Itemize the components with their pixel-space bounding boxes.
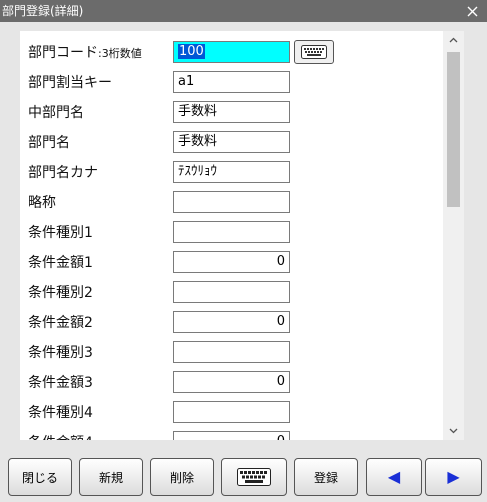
keyboard-icon xyxy=(301,45,327,59)
form-row-cond-amount-1: 条件金額1 0 xyxy=(20,251,450,275)
dept-key-label: 部門割当キー xyxy=(28,75,112,91)
form-row-cond-amount-4: 条件金額4 0 xyxy=(20,431,450,440)
scrollbar-thumb[interactable] xyxy=(447,52,460,207)
window-title: 部門登録(詳細) xyxy=(2,4,84,18)
form-row-cond-type-4: 条件種別4 xyxy=(20,401,450,425)
dept-key-field[interactable]: a1 xyxy=(173,71,290,93)
cond-amount-4-field[interactable]: 0 xyxy=(173,431,290,440)
cond-type-4-label: 条件種別4 xyxy=(28,405,93,421)
form-row-cond-amount-2: 条件金額2 0 xyxy=(20,311,450,335)
close-icon xyxy=(467,6,477,16)
form-panel: 部門コード:3桁数値 100 部門割当キー a1 中部門名 手数料 部門名 手数… xyxy=(20,31,464,440)
cond-type-4-field[interactable] xyxy=(173,401,290,423)
dept-code-hint: :3桁数値 xyxy=(98,47,142,60)
cond-amount-3-label: 条件金額3 xyxy=(28,375,93,391)
scroll-up-button[interactable] xyxy=(443,31,464,49)
cond-type-3-field[interactable] xyxy=(173,341,290,363)
next-button[interactable]: ▶ xyxy=(425,458,482,496)
middle-dept-label: 中部門名 xyxy=(28,105,84,121)
new-button[interactable]: 新規 xyxy=(79,458,143,496)
dept-kana-field[interactable]: ﾃｽｳﾘｮｳ xyxy=(173,161,290,183)
dept-code-value: 100 xyxy=(178,44,205,59)
dept-code-label: 部門コード:3桁数値 xyxy=(28,41,142,66)
form-row-dept-kana: 部門名カナ ﾃｽｳﾘｮｳ xyxy=(20,161,450,185)
close-button[interactable]: 閉じる xyxy=(8,458,72,496)
arrow-right-icon: ▶ xyxy=(447,467,460,486)
cond-type-2-label: 条件種別2 xyxy=(28,285,93,301)
cond-amount-3-field[interactable]: 0 xyxy=(173,371,290,393)
arrow-left-icon: ◀ xyxy=(387,467,401,486)
keyboard-toggle-small-button[interactable] xyxy=(294,40,334,64)
form-row-abbrev: 略称 xyxy=(20,191,450,215)
dept-code-label-text: 部門コード xyxy=(28,45,98,61)
button-bar: 閉じる 新規 削除 登録 ◀ ▶ xyxy=(0,452,487,502)
form-row-dept-code: 部門コード:3桁数値 100 xyxy=(20,40,450,66)
form-row-dept-key: 部門割当キー a1 xyxy=(20,71,450,95)
cond-amount-2-field[interactable]: 0 xyxy=(173,311,290,333)
dept-name-field[interactable]: 手数料 xyxy=(173,131,290,153)
abbrev-label: 略称 xyxy=(28,195,56,211)
dept-name-label: 部門名 xyxy=(28,135,70,151)
abbrev-field[interactable] xyxy=(173,191,290,213)
form-row-dept-name: 部門名 手数料 xyxy=(20,131,450,155)
chevron-up-icon xyxy=(449,37,458,43)
cond-type-3-label: 条件種別3 xyxy=(28,345,93,361)
dept-kana-label: 部門名カナ xyxy=(28,165,98,181)
cond-amount-1-label: 条件金額1 xyxy=(28,255,93,271)
cond-amount-2-label: 条件金額2 xyxy=(28,315,93,331)
form-row-cond-type-1: 条件種別1 xyxy=(20,221,450,245)
register-button[interactable]: 登録 xyxy=(294,458,358,496)
keyboard-icon xyxy=(237,468,271,486)
vertical-scrollbar[interactable] xyxy=(443,31,464,440)
cond-type-2-field[interactable] xyxy=(173,281,290,303)
close-window-button[interactable] xyxy=(457,0,487,22)
form-row-cond-type-2: 条件種別2 xyxy=(20,281,450,305)
cond-amount-1-field[interactable]: 0 xyxy=(173,251,290,273)
cond-amount-4-label: 条件金額4 xyxy=(28,431,93,440)
form-row-cond-type-3: 条件種別3 xyxy=(20,341,450,365)
delete-button[interactable]: 削除 xyxy=(150,458,214,496)
middle-dept-field[interactable]: 手数料 xyxy=(173,101,290,123)
chevron-down-icon xyxy=(449,428,458,434)
previous-button[interactable]: ◀ xyxy=(366,458,422,496)
title-bar: 部門登録(詳細) xyxy=(0,0,487,22)
keyboard-button[interactable] xyxy=(221,458,287,496)
scroll-down-button[interactable] xyxy=(443,422,464,440)
cond-type-1-field[interactable] xyxy=(173,221,290,243)
cond-type-1-label: 条件種別1 xyxy=(28,225,93,241)
form-row-middle-dept: 中部門名 手数料 xyxy=(20,101,450,125)
form-row-cond-amount-3: 条件金額3 0 xyxy=(20,371,450,395)
dept-code-field[interactable]: 100 xyxy=(173,41,290,63)
